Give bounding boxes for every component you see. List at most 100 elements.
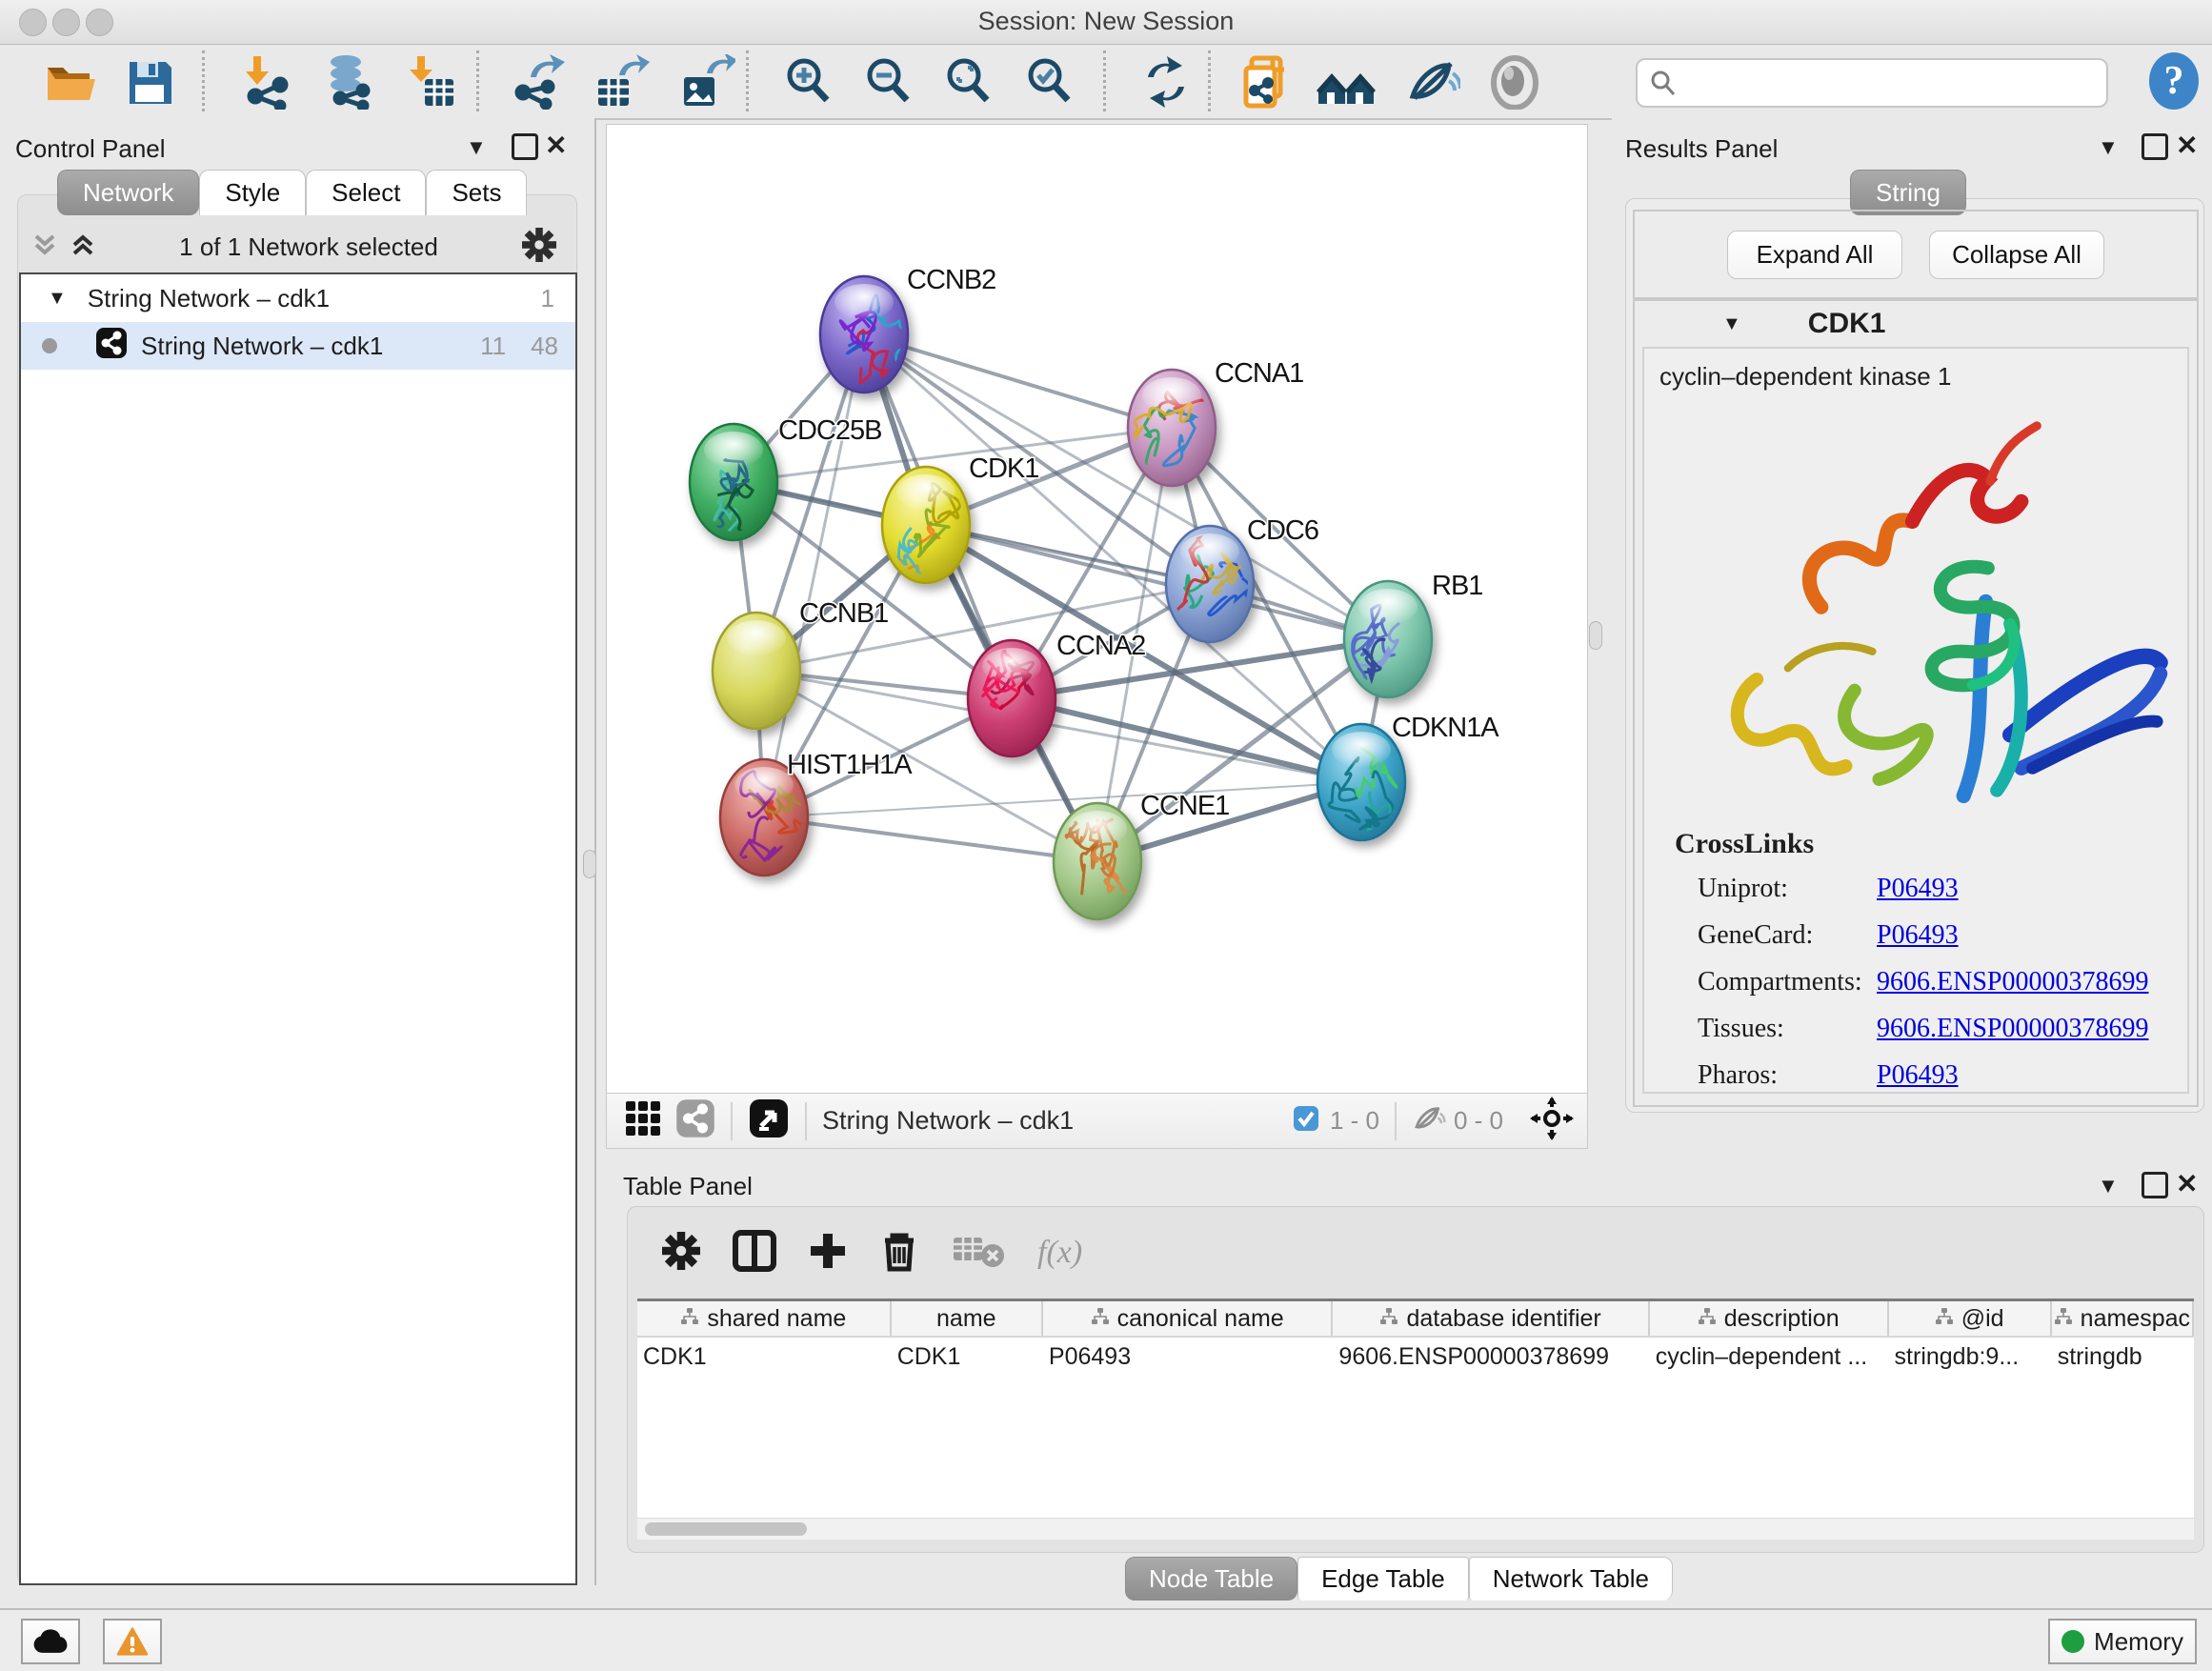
network-node-CDK1[interactable]	[882, 467, 970, 589]
column-header-shared-name[interactable]: shared name	[637, 1301, 892, 1336]
zoom-selected-icon[interactable]	[1022, 54, 1077, 110]
crosslink-label: Uniprot:	[1698, 874, 1877, 904]
gene-section: ▼ CDK1 cyclin–dependent kinase 1	[1633, 299, 2199, 1107]
panel-menu-icon[interactable]: ▼	[2098, 1174, 2119, 1198]
open-folder-icon[interactable]	[42, 54, 97, 110]
hide-eye-icon[interactable]	[1407, 54, 1460, 110]
crosslink-link[interactable]: 9606.ENSP00000378699	[1877, 1014, 2148, 1044]
warning-button[interactable]	[103, 1619, 162, 1664]
collapse-all-chevron-icon[interactable]	[32, 232, 57, 262]
panel-close-icon[interactable]: ✕	[2176, 130, 2198, 161]
collection-expander-icon[interactable]: ▼	[48, 288, 67, 310]
table-cell[interactable]: stringdb	[2052, 1343, 2194, 1371]
import-database-icon[interactable]	[319, 54, 378, 110]
export-table-icon[interactable]	[591, 54, 650, 110]
tab-network[interactable]: Network	[57, 170, 199, 215]
gear-icon[interactable]	[522, 228, 556, 267]
network-row-selected[interactable]: String Network – cdk1 11 48	[21, 322, 575, 370]
network-node-CDKN1A[interactable]	[1317, 724, 1405, 877]
table-cell[interactable]: 9606.ENSP00000378699	[1333, 1343, 1649, 1371]
crosslink-link[interactable]: P06493	[1877, 874, 1959, 904]
columns-icon[interactable]	[733, 1230, 776, 1277]
network-selection-status: 1 of 1 Network selected	[95, 232, 522, 262]
collapse-all-button[interactable]: Collapse All	[1929, 231, 2104, 279]
delete-table-icon[interactable]	[952, 1232, 1005, 1275]
export-image-icon[interactable]	[678, 54, 735, 110]
panel-menu-icon[interactable]: ▼	[466, 135, 487, 160]
network-node-CCNB1[interactable]	[713, 613, 800, 729]
gene-section-header[interactable]: ▼ CDK1	[1635, 301, 2197, 347]
network-graph[interactable]: CCNB2CCNA1CDC25BCDK1CDC6RB1CCNB1CCNA2CDK…	[607, 125, 1587, 1093]
panel-float-icon[interactable]	[512, 133, 538, 160]
network-view-icon[interactable]	[675, 1098, 715, 1143]
column-header--id[interactable]: @id	[1889, 1301, 2052, 1336]
column-header-name[interactable]: name	[892, 1301, 1043, 1336]
footer-separator	[1395, 1102, 1397, 1140]
import-network-icon[interactable]	[240, 54, 295, 110]
tab-string[interactable]: String	[1850, 170, 1966, 215]
panel-close-icon[interactable]: ✕	[2176, 1168, 2198, 1199]
column-header-database-identifier[interactable]: database identifier	[1333, 1301, 1649, 1336]
network-canvas[interactable]: CCNB2CCNA1CDC25BCDK1CDC6RB1CCNB1CCNA2CDK…	[606, 124, 1588, 1094]
search-input[interactable]	[1678, 69, 2091, 98]
houses-icon[interactable]	[1315, 54, 1377, 110]
tab-edge-table[interactable]: Edge Table	[1297, 1557, 1469, 1601]
import-table-icon[interactable]	[404, 54, 459, 110]
panel-float-icon[interactable]	[2142, 1172, 2168, 1198]
clipboard-network-icon[interactable]	[1238, 54, 1294, 110]
network-node-CDC25B[interactable]	[690, 424, 777, 558]
help-icon[interactable]: ?	[2145, 50, 2202, 106]
network-collection-row[interactable]: ▼ String Network – cdk1 1	[21, 274, 575, 322]
refresh-icon[interactable]	[1138, 54, 1194, 110]
selected-checkbox-icon[interactable]	[1292, 1104, 1320, 1137]
zoom-in-icon[interactable]	[781, 54, 836, 110]
show-eye-icon[interactable]	[1488, 54, 1541, 110]
delete-icon[interactable]	[879, 1229, 919, 1278]
tab-sets[interactable]: Sets	[426, 170, 527, 215]
network-node-CDC6[interactable]	[1166, 526, 1254, 642]
table-cell[interactable]: CDK1	[892, 1343, 1043, 1371]
grid-view-icon[interactable]	[624, 1099, 662, 1142]
zoom-out-icon[interactable]	[861, 54, 916, 110]
column-header-description[interactable]: description	[1650, 1301, 1889, 1336]
vertical-splitter-handle[interactable]	[1589, 621, 1602, 650]
hidden-counts: 0 - 0	[1454, 1106, 1503, 1136]
open-in-window-icon[interactable]	[748, 1097, 790, 1144]
save-icon[interactable]	[122, 54, 177, 110]
table-hscrollbar[interactable]	[637, 1518, 2194, 1540]
gear-icon[interactable]	[662, 1232, 700, 1275]
column-header-namespac[interactable]: namespac	[2052, 1301, 2194, 1336]
vertical-splitter-handle[interactable]	[583, 850, 596, 878]
crosslink-link[interactable]: P06493	[1877, 1060, 1959, 1091]
fit-content-icon[interactable]	[1530, 1097, 1574, 1145]
hidden-eye-icon[interactable]	[1412, 1102, 1446, 1139]
network-node-RB1[interactable]	[1323, 581, 1433, 697]
crosslink-link[interactable]: P06493	[1877, 920, 1959, 951]
gene-expander-icon[interactable]: ▼	[1722, 313, 1741, 335]
table-cell[interactable]: CDK1	[637, 1343, 892, 1371]
panel-float-icon[interactable]	[2142, 133, 2168, 160]
zoom-fit-icon[interactable]	[941, 54, 996, 110]
tab-network-table[interactable]: Network Table	[1469, 1557, 1673, 1601]
add-column-icon[interactable]	[807, 1230, 849, 1277]
crosslink-link[interactable]: 9606.ENSP00000378699	[1877, 967, 2148, 997]
export-network-icon[interactable]	[510, 54, 567, 110]
network-node-count: 11	[480, 332, 506, 361]
tab-style[interactable]: Style	[199, 170, 306, 215]
cloud-button[interactable]	[21, 1619, 80, 1664]
tab-node-table[interactable]: Node Table	[1125, 1557, 1297, 1601]
tab-select[interactable]: Select	[306, 170, 426, 215]
panel-close-icon[interactable]: ✕	[545, 130, 567, 161]
expand-all-button[interactable]: Expand All	[1727, 231, 1902, 279]
table-cell[interactable]: stringdb:9...	[1889, 1343, 2052, 1371]
table-cell[interactable]: cyclin–dependent ...	[1650, 1343, 1889, 1371]
expand-all-chevron-icon[interactable]	[70, 232, 95, 262]
network-node-CCNE1[interactable]	[1054, 803, 1141, 919]
column-header-canonical-name[interactable]: canonical name	[1043, 1301, 1334, 1336]
table-cell[interactable]: P06493	[1043, 1343, 1334, 1371]
table-hscrollbar-thumb[interactable]	[645, 1522, 807, 1536]
table-row[interactable]: CDK1CDK1P064939606.ENSP00000378699cyclin…	[637, 1338, 2194, 1376]
function-icon[interactable]: f(x)	[1037, 1235, 1082, 1271]
panel-menu-icon[interactable]: ▼	[2098, 135, 2119, 160]
memory-button[interactable]: Memory	[2048, 1619, 2197, 1664]
